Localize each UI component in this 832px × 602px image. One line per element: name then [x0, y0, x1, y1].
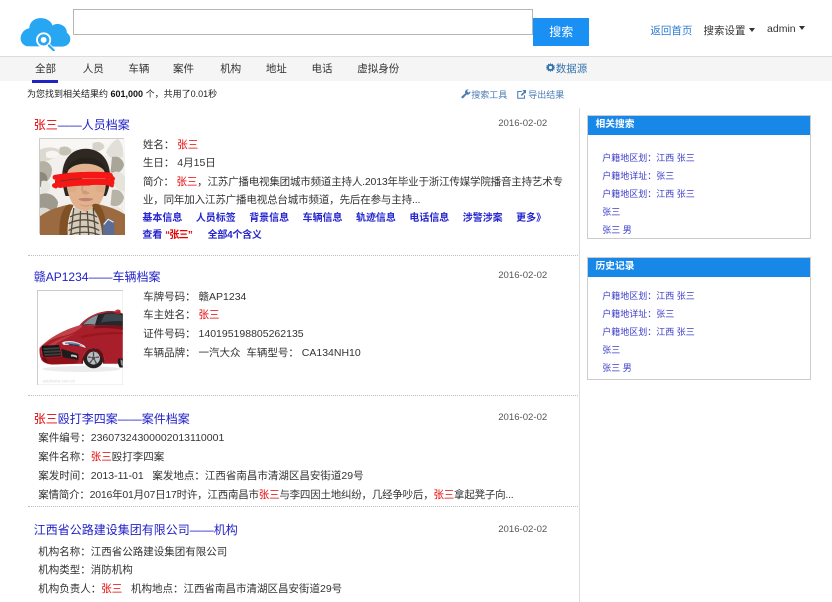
svg-text:autohome.com.cn: autohome.com.cn	[43, 378, 76, 383]
